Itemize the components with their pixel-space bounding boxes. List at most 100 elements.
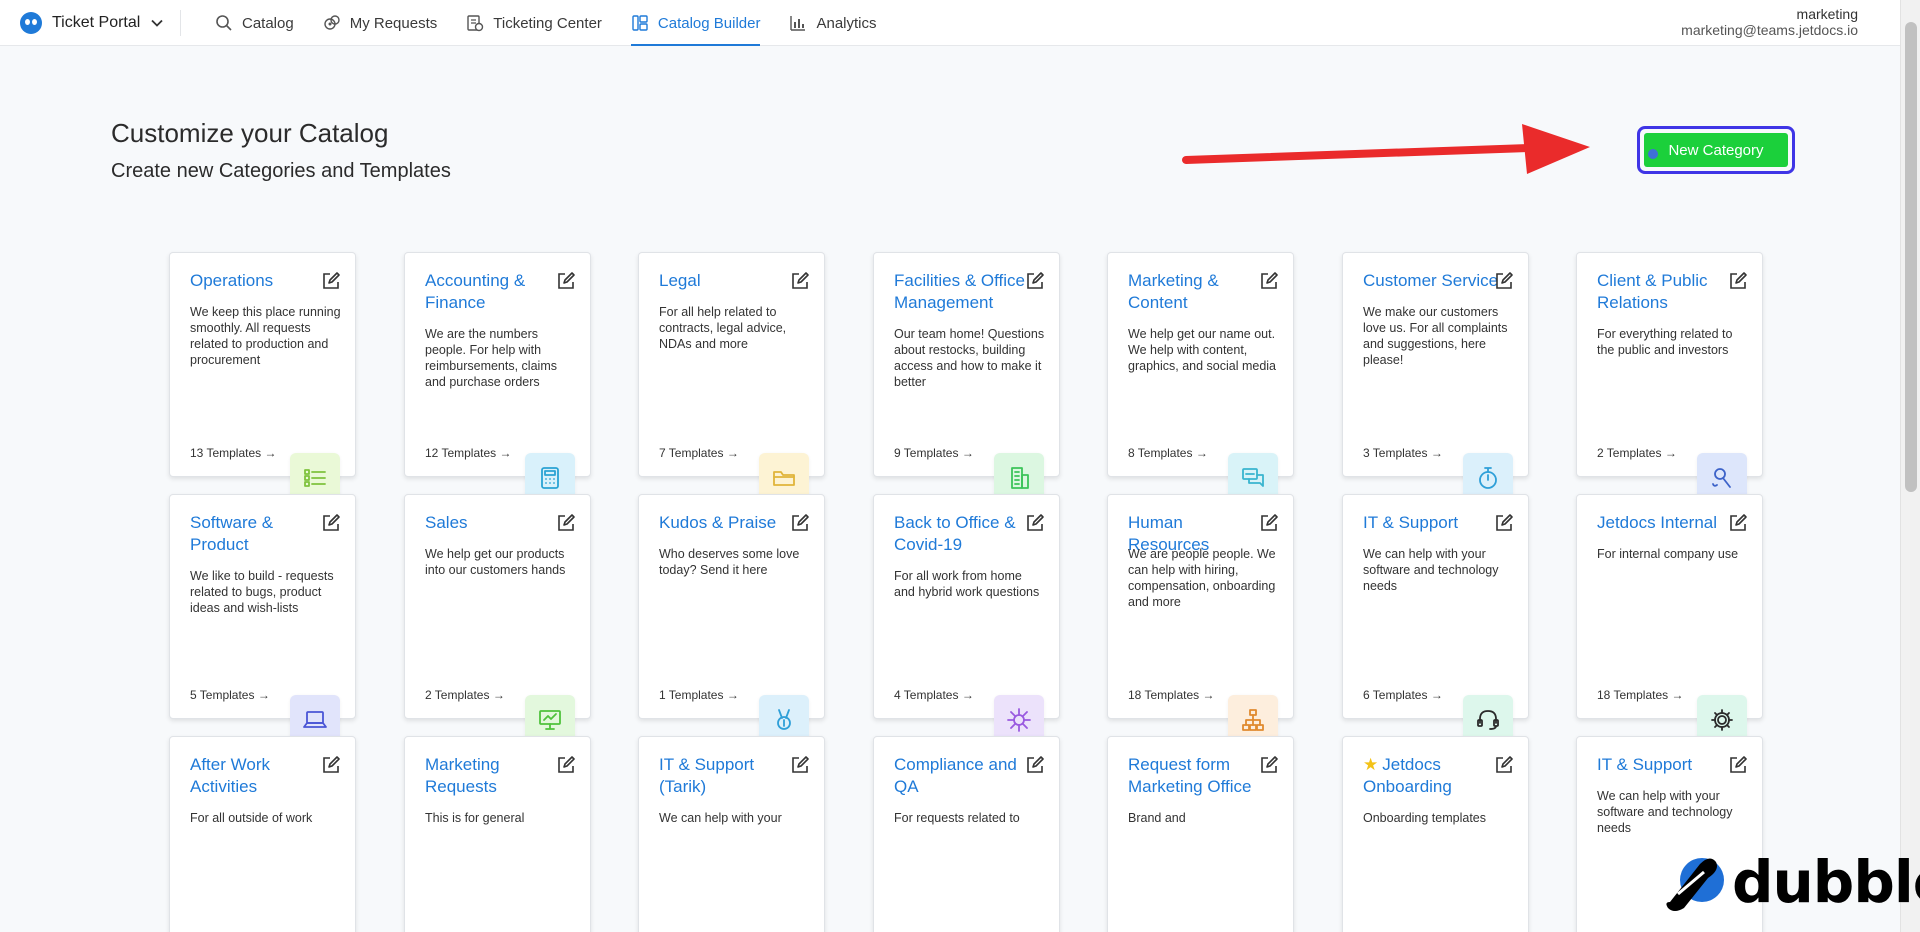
edit-icon[interactable] xyxy=(790,271,810,291)
microphone-icon xyxy=(1712,468,1731,488)
category-title[interactable]: Jetdocs Internal xyxy=(1597,512,1737,534)
edit-icon[interactable] xyxy=(1025,755,1045,775)
category-title[interactable]: Marketing Requests xyxy=(425,754,565,798)
category-card[interactable]: Jetdocs Internal For internal company use… xyxy=(1576,494,1763,745)
nav-catalog[interactable]: Catalog xyxy=(215,0,294,46)
analytics-icon xyxy=(790,16,806,31)
search-icon xyxy=(216,15,232,31)
category-card[interactable]: Marketing & Content We help get our name … xyxy=(1107,252,1294,503)
category-description: We help get our products into our custom… xyxy=(425,547,566,577)
category-card[interactable]: After Work Activities For all outside of … xyxy=(169,736,356,932)
templates-count-link[interactable]: 12 Templates → xyxy=(425,446,512,460)
category-card[interactable]: Compliance and QA For requests related to xyxy=(873,736,1060,932)
category-card[interactable]: Customer Service We make our customers lo… xyxy=(1342,252,1529,503)
category-title[interactable]: IT & Support xyxy=(1363,512,1503,534)
category-title[interactable]: Sales xyxy=(425,512,565,534)
nav-ticketing-center[interactable]: Ticketing Center xyxy=(466,0,602,46)
edit-icon[interactable] xyxy=(321,513,341,533)
category-card[interactable]: Accounting & Finance We are the numbers p… xyxy=(404,252,591,503)
templates-count-link[interactable]: 18 Templates → xyxy=(1597,688,1684,702)
edit-icon[interactable] xyxy=(1728,271,1748,291)
category-card[interactable]: Client & Public Relations For everything … xyxy=(1576,252,1763,503)
category-card[interactable]: IT & Support (Tarik) We can help with you… xyxy=(638,736,825,932)
category-description: For everything related to the public and… xyxy=(1597,327,1733,357)
category-title[interactable]: IT & Support (Tarik) xyxy=(659,754,799,798)
templates-count-link[interactable]: 2 Templates → xyxy=(1597,446,1677,460)
category-title[interactable]: Back to Office & Covid-19 xyxy=(894,512,1034,556)
category-title[interactable]: After Work Activities xyxy=(190,754,330,798)
nav-catalog-builder[interactable]: Catalog Builder xyxy=(630,0,761,46)
templates-count-link[interactable]: 7 Templates → xyxy=(659,446,739,460)
category-card[interactable]: Sales We help get our products into our c… xyxy=(404,494,591,745)
nav-my-requests[interactable]: My Requests xyxy=(323,0,437,46)
edit-icon[interactable] xyxy=(1494,271,1514,291)
category-title[interactable]: IT & Support xyxy=(1597,754,1737,776)
edit-icon[interactable] xyxy=(1728,755,1748,775)
category-description: We are the numbers people. For help with… xyxy=(425,327,557,389)
category-card[interactable]: Facilities & Office Management Our team h… xyxy=(873,252,1060,503)
edit-icon[interactable] xyxy=(1494,755,1514,775)
templates-count-link[interactable]: 4 Templates → xyxy=(894,688,974,702)
gear-icon xyxy=(1711,709,1733,731)
star-icon: ★ xyxy=(1363,755,1379,774)
edit-icon[interactable] xyxy=(556,513,576,533)
templates-count-link[interactable]: 2 Templates → xyxy=(425,688,505,702)
templates-count-link[interactable]: 1 Templates → xyxy=(659,688,739,702)
edit-icon[interactable] xyxy=(790,513,810,533)
category-card[interactable]: Legal For all help related to contracts, … xyxy=(638,252,825,503)
app-switcher[interactable]: Ticket Portal xyxy=(20,0,164,46)
category-title[interactable]: Customer Service xyxy=(1363,270,1503,292)
category-title[interactable]: Client & Public Relations xyxy=(1597,270,1737,314)
category-title[interactable]: Legal xyxy=(659,270,799,292)
category-card[interactable]: Human Resources We are people people. We … xyxy=(1107,494,1294,745)
category-title[interactable]: Accounting & Finance xyxy=(425,270,565,314)
edit-icon[interactable] xyxy=(556,271,576,291)
category-title[interactable]: Request form Marketing Office xyxy=(1128,754,1268,798)
templates-count-link[interactable]: 5 Templates → xyxy=(190,688,270,702)
category-title[interactable]: Operations xyxy=(190,270,330,292)
category-card[interactable]: Kudos & Praise Who deserves some love tod… xyxy=(638,494,825,745)
nav-analytics[interactable]: Analytics xyxy=(789,0,877,46)
building-icon xyxy=(1011,467,1029,489)
templates-count-link[interactable]: 18 Templates → xyxy=(1128,688,1215,702)
category-title[interactable]: Kudos & Praise xyxy=(659,512,799,534)
edit-icon[interactable] xyxy=(321,755,341,775)
edit-icon[interactable] xyxy=(1728,513,1748,533)
scrollbar[interactable] xyxy=(1900,0,1920,932)
edit-icon[interactable] xyxy=(790,755,810,775)
category-title[interactable]: ★ Jetdocs Onboarding xyxy=(1363,754,1503,798)
templates-count-link[interactable]: 3 Templates → xyxy=(1363,446,1443,460)
category-card[interactable]: Operations We keep this place running smo… xyxy=(169,252,356,503)
category-card[interactable]: Marketing Requests This is for general xyxy=(404,736,591,932)
edit-icon[interactable] xyxy=(1494,513,1514,533)
templates-count-link[interactable]: 6 Templates → xyxy=(1363,688,1443,702)
new-category-button[interactable]: New Category xyxy=(1644,133,1788,167)
category-title[interactable]: Software & Product xyxy=(190,512,330,556)
category-title[interactable]: Facilities & Office Management xyxy=(894,270,1034,314)
edit-icon[interactable] xyxy=(1025,271,1045,291)
category-title[interactable]: Marketing & Content xyxy=(1128,270,1268,314)
edit-icon[interactable] xyxy=(556,755,576,775)
category-card[interactable]: ★ Jetdocs Onboarding Onboarding templates xyxy=(1342,736,1529,932)
edit-icon[interactable] xyxy=(321,271,341,291)
list-icon xyxy=(304,469,326,487)
edit-icon[interactable] xyxy=(1025,513,1045,533)
category-card[interactable]: Request form Marketing Office Brand and xyxy=(1107,736,1294,932)
page-title: Customize your Catalog xyxy=(111,118,389,148)
edit-icon[interactable] xyxy=(1259,271,1279,291)
category-description: Who deserves some love today? Send it he… xyxy=(659,547,800,577)
scrollbar-thumb[interactable] xyxy=(1905,22,1917,492)
category-card[interactable]: Back to Office & Covid-19 For all work fr… xyxy=(873,494,1060,745)
templates-count-link[interactable]: 8 Templates → xyxy=(1128,446,1208,460)
category-description: Brand and xyxy=(1128,811,1186,825)
nav-catalog-builder-label: Catalog Builder xyxy=(657,14,761,32)
category-title[interactable]: Compliance and QA xyxy=(894,754,1034,798)
divider xyxy=(180,10,181,36)
templates-count-link[interactable]: 13 Templates → xyxy=(190,446,277,460)
user-menu[interactable]: marketing marketing@teams.jetdocs.io xyxy=(1681,6,1858,38)
category-card[interactable]: IT & Support We can help with your softwa… xyxy=(1342,494,1529,745)
category-card[interactable]: Software & Product We like to build - req… xyxy=(169,494,356,745)
templates-count-link[interactable]: 9 Templates → xyxy=(894,446,974,460)
edit-icon[interactable] xyxy=(1259,513,1279,533)
edit-icon[interactable] xyxy=(1259,755,1279,775)
